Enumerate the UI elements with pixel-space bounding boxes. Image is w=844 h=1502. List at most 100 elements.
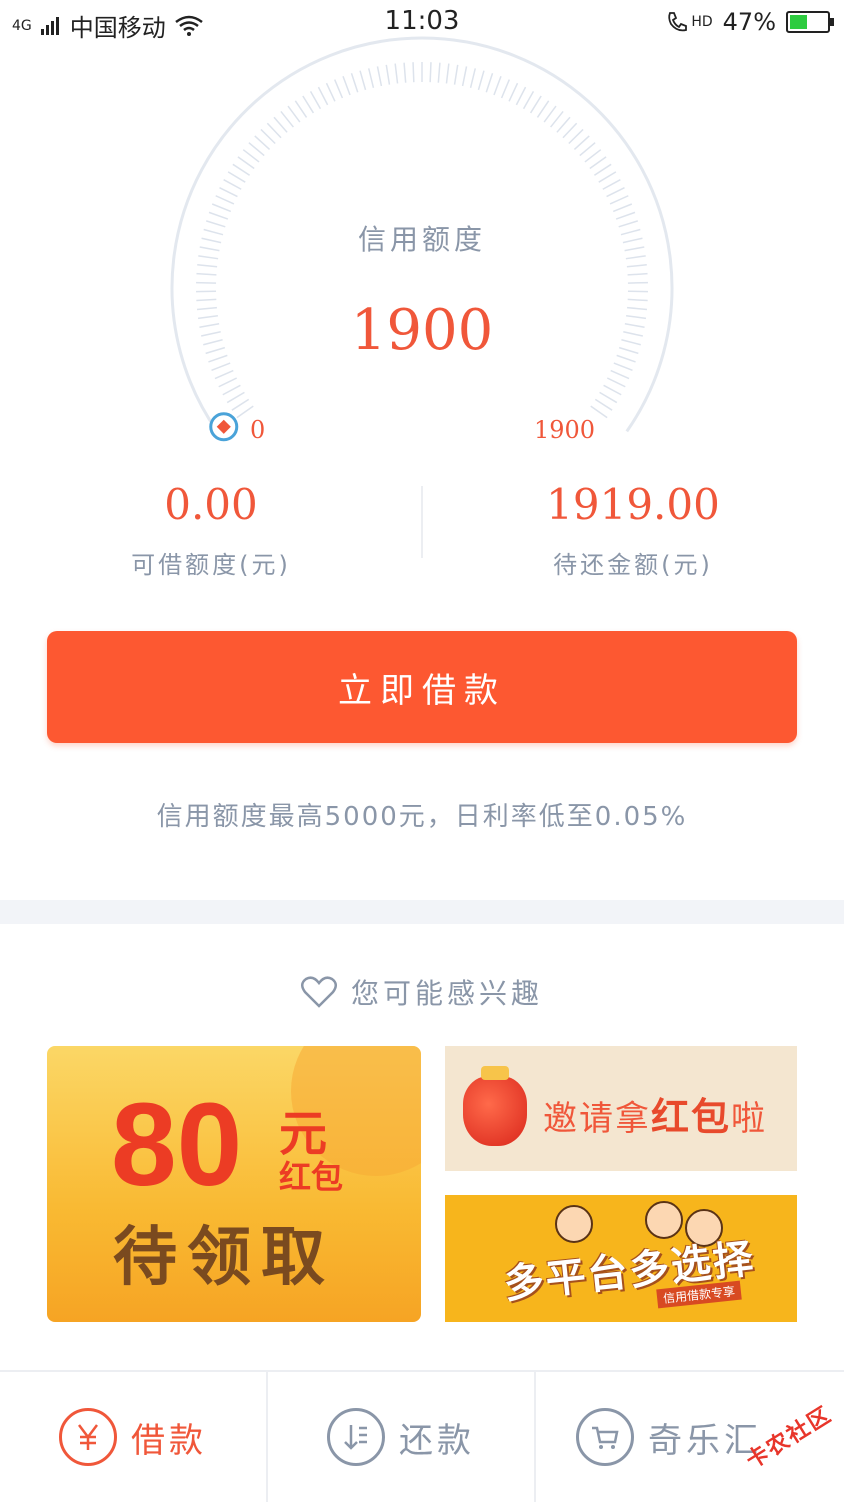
- available-credit: 0.00 可借额度(元): [0, 480, 422, 580]
- battery-icon: [786, 11, 830, 33]
- interests-heading: 您可能感兴趣: [0, 970, 844, 1014]
- hd-label: HD: [691, 14, 712, 30]
- cart-icon: [576, 1408, 634, 1466]
- gauge-tick: [594, 164, 611, 175]
- invite-highlight: 红包: [651, 1095, 731, 1139]
- gauge-tick: [255, 136, 270, 149]
- gauge-tick: [228, 172, 245, 182]
- gauge-tick: [604, 385, 622, 394]
- gauge-tick: [227, 392, 244, 402]
- gauge-tick: [611, 371, 629, 379]
- available-credit-label: 可借额度(元): [0, 545, 422, 580]
- gauge-tick: [516, 87, 525, 105]
- due-amount: 1919.00 待还金额(元): [422, 480, 844, 580]
- battery-level: [790, 15, 807, 29]
- gauge-tick: [580, 143, 595, 156]
- gauge-tick: [607, 188, 625, 197]
- platform-banner[interactable]: 多平台多选择 信用借款专享: [445, 1195, 797, 1322]
- gauge-tick: [219, 378, 237, 387]
- gauge-tick: [196, 274, 216, 275]
- gauge-tick: [563, 123, 577, 138]
- gauge-tick: [595, 399, 612, 410]
- gauge-tick: [386, 65, 389, 85]
- gauge-tick: [311, 91, 321, 108]
- gauge-tick: [212, 363, 231, 370]
- gauge-tick: [438, 63, 440, 83]
- tab-borrow[interactable]: 借款: [0, 1372, 266, 1502]
- gauge-tick: [607, 378, 625, 387]
- due-amount-value: 1919.00: [422, 480, 844, 529]
- gauge-tick: [551, 111, 563, 127]
- cartoon-face-icon: [555, 1205, 593, 1243]
- gauge-max-label: 1900: [534, 416, 595, 444]
- gauge-tick: [274, 117, 287, 132]
- yuan-icon: [59, 1408, 117, 1466]
- gauge-tick: [486, 73, 492, 92]
- gauge-tick: [531, 96, 542, 113]
- status-right: HD 47%: [665, 8, 830, 36]
- gauge-tick: [600, 392, 617, 402]
- section-divider: [0, 900, 844, 924]
- due-amount-label: 待还金额(元): [422, 545, 844, 580]
- red-packet-claim: 待领取: [113, 1206, 335, 1298]
- red-packet-amount: 80: [111, 1086, 242, 1204]
- gauge-tick: [212, 204, 231, 211]
- interests-title: 您可能感兴趣: [351, 972, 543, 1012]
- tab-repay[interactable]: 还款: [268, 1372, 534, 1502]
- gauge-tick: [404, 63, 406, 83]
- gauge-tick: [238, 157, 254, 169]
- gauge-tick: [603, 180, 621, 190]
- gauge-tick: [613, 204, 632, 211]
- gauge-tick: [574, 136, 589, 149]
- invite-banner[interactable]: 邀请拿红包啦: [445, 1046, 797, 1171]
- gauge-tick: [614, 363, 633, 370]
- bottom-tab-bar: 借款 还款 奇乐汇: [0, 1370, 844, 1502]
- gauge-indicator-icon: [211, 414, 237, 440]
- credit-notice: 信用额度最高5000元，日利率低至0.05%: [0, 796, 844, 833]
- borrow-now-button[interactable]: 立即借款: [47, 631, 797, 743]
- stats-divider: [421, 486, 423, 558]
- gauge-tick: [463, 66, 467, 86]
- gauge-tick: [318, 87, 327, 105]
- repay-icon: [327, 1408, 385, 1466]
- gauge-tick: [220, 188, 238, 197]
- gauge-tick: [478, 71, 483, 90]
- gauge-tick: [232, 399, 249, 410]
- gauge-tick: [267, 123, 281, 138]
- gauge-min-label: 0: [250, 416, 265, 444]
- gauge-tick: [281, 111, 293, 127]
- gauge-tick: [524, 91, 534, 108]
- gauge-tick: [627, 265, 647, 267]
- gauge-tick: [295, 101, 306, 118]
- gauge-tick: [502, 80, 510, 98]
- gauge-tick: [335, 80, 343, 98]
- red-packet-banner[interactable]: 80 元 红包 待领取: [47, 1046, 421, 1322]
- gauge-tick: [249, 143, 264, 156]
- gauge-tick: [413, 62, 414, 82]
- credit-label: 信用额度: [160, 218, 684, 258]
- invite-pre: 邀请拿: [543, 1099, 651, 1139]
- gauge-tick: [446, 64, 448, 84]
- gauge-tick: [303, 96, 314, 113]
- gauge-tick: [261, 129, 275, 143]
- gauge-tick: [233, 164, 250, 175]
- gauge-tick: [494, 76, 501, 95]
- gauge-tick: [369, 68, 374, 87]
- gauge-tick: [223, 385, 241, 394]
- gauge-tick: [351, 73, 357, 92]
- available-credit-value: 0.00: [0, 480, 422, 529]
- red-packet-sub: 红包: [279, 1152, 343, 1198]
- gauge-tick: [569, 129, 583, 143]
- gauge-tick: [377, 66, 381, 86]
- tab-repay-label: 还款: [399, 1413, 475, 1462]
- invite-post: 啦: [731, 1099, 767, 1139]
- heart-icon: [301, 976, 337, 1008]
- gauge-tick: [243, 150, 259, 162]
- gauge-tick: [628, 274, 648, 275]
- gauge-tick: [343, 76, 350, 95]
- credit-value: 1900: [160, 298, 684, 363]
- invite-text: 邀请拿红包啦: [543, 1086, 767, 1141]
- gauge-tick: [509, 83, 517, 101]
- gauge-tick: [610, 196, 628, 204]
- gauge-tick: [537, 101, 548, 118]
